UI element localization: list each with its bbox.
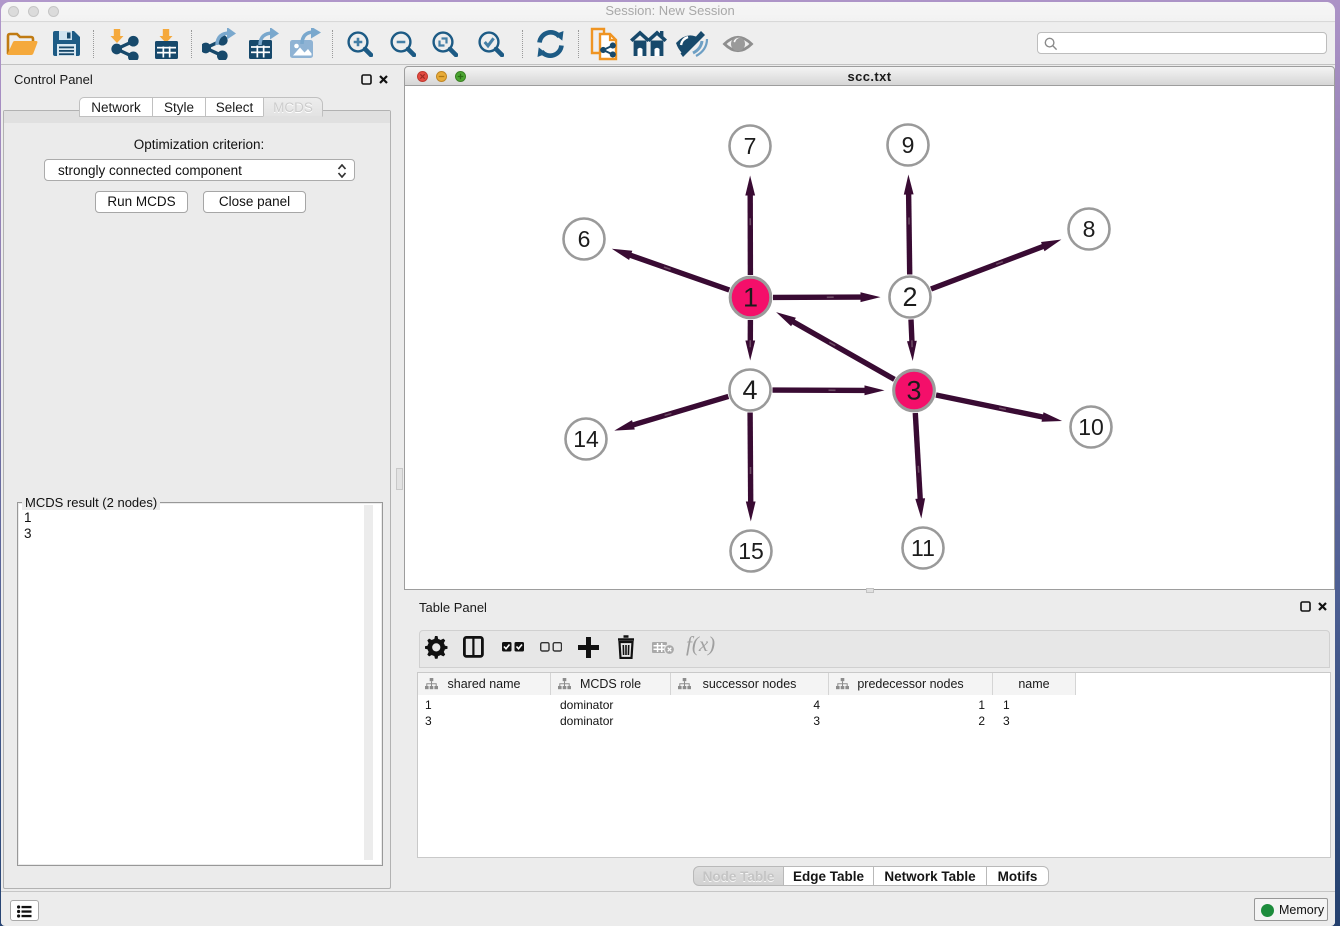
- svg-text:11: 11: [911, 535, 935, 561]
- svg-text:6: 6: [578, 226, 591, 252]
- svg-text:10: 10: [1078, 414, 1104, 440]
- svg-text:1: 1: [743, 283, 758, 313]
- svg-text:9: 9: [902, 132, 915, 158]
- svg-text:8: 8: [1083, 216, 1096, 242]
- svg-text:2: 2: [902, 282, 917, 312]
- svg-text:3: 3: [906, 376, 921, 406]
- svg-text:7: 7: [744, 133, 757, 159]
- svg-text:15: 15: [738, 538, 764, 564]
- svg-text:4: 4: [742, 375, 757, 405]
- svg-text:14: 14: [573, 426, 599, 452]
